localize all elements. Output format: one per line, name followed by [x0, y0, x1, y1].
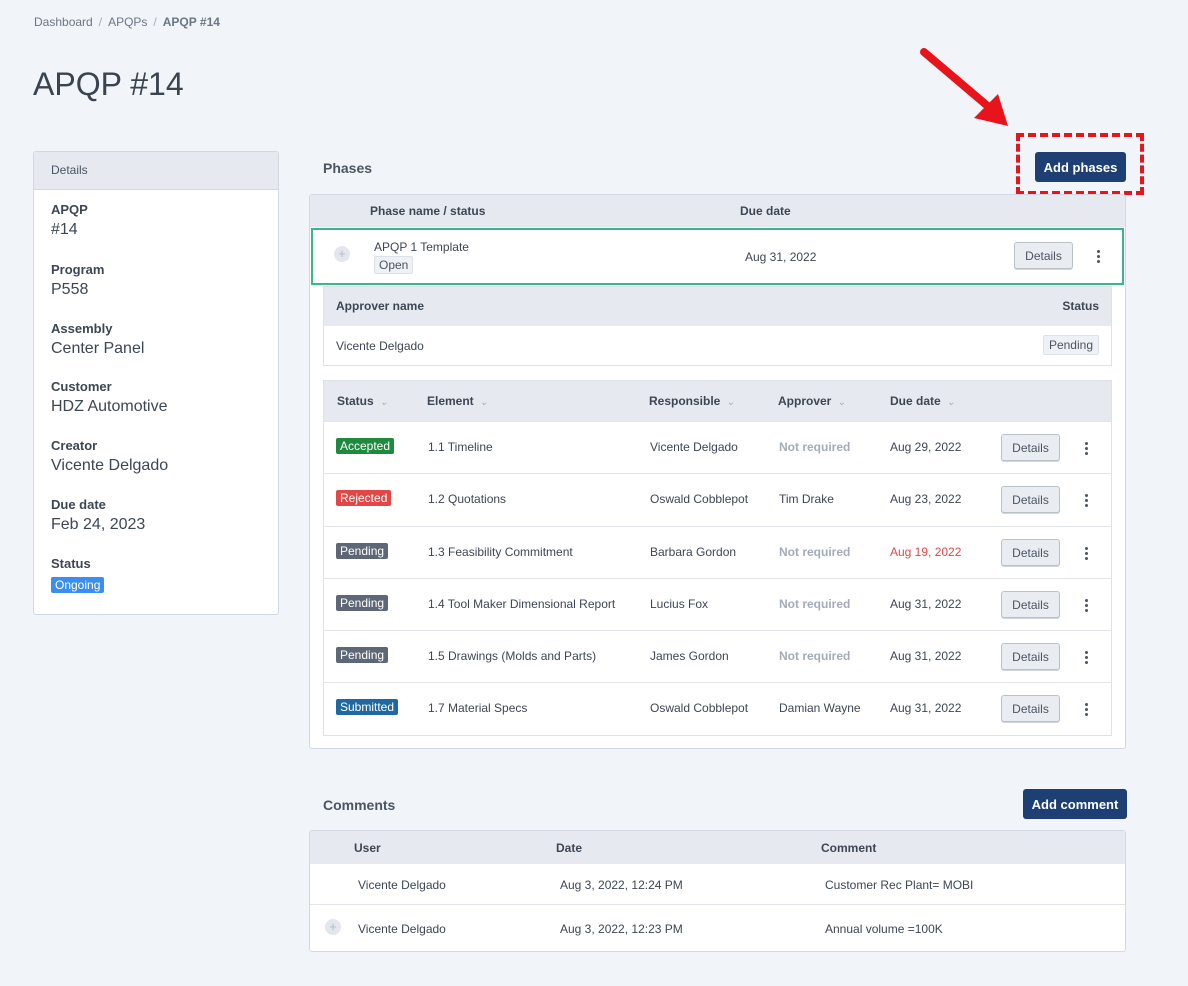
col-approver[interactable]: Approver ⌄ — [778, 394, 846, 408]
element-details-button[interactable]: Details — [1001, 591, 1060, 618]
phase-due-date: Aug 31, 2022 — [745, 250, 817, 264]
col-responsible[interactable]: Responsible ⌄ — [649, 394, 735, 408]
breadcrumb-dashboard[interactable]: Dashboard — [34, 15, 93, 29]
comments-table-header: User Date Comment — [310, 831, 1125, 864]
table-row: Pending 1.5 Drawings (Molds and Parts) J… — [324, 630, 1111, 682]
chevron-down-icon: ⌄ — [479, 397, 489, 408]
kebab-menu-icon[interactable] — [1085, 703, 1089, 718]
element-details-button[interactable]: Details — [1001, 539, 1060, 566]
detail-assembly: Assembly Center Panel — [51, 321, 145, 357]
table-row: Submitted 1.7 Material Specs Oswald Cobb… — [324, 682, 1111, 734]
status-badge: Submitted — [336, 699, 399, 715]
chevron-down-icon: ⌄ — [837, 397, 846, 408]
phase-row[interactable]: + APQP 1 Template Open Aug 31, 2022 Deta… — [311, 228, 1124, 285]
detail-apqp: APQP #14 — [51, 202, 88, 238]
table-row: Pending 1.4 Tool Maker Dimensional Repor… — [324, 578, 1111, 630]
col-approver-name: Approver name — [336, 299, 425, 313]
col-phase-name: Phase name / status — [370, 204, 486, 218]
table-row: Pending 1.3 Feasibility Commitment Barba… — [324, 526, 1111, 578]
col-status[interactable]: Status ⌄ — [337, 394, 388, 408]
kebab-menu-icon[interactable] — [1085, 651, 1089, 666]
col-due-date[interactable]: Due date ⌄ — [890, 394, 955, 408]
col-phase-due: Due date — [740, 204, 791, 218]
breadcrumb-apqps[interactable]: APQPs — [108, 15, 147, 29]
comments-panel: User Date Comment Vicente Delgado Aug 3,… — [309, 830, 1126, 952]
approver-name: Vicente Delgado — [336, 339, 424, 353]
red-arrow-annotation — [920, 48, 1008, 126]
details-card: Details APQP #14 Program P558 Assembly C… — [33, 151, 279, 615]
breadcrumb-current: APQP #14 — [162, 15, 220, 29]
add-comment-button[interactable]: Add comment — [1023, 789, 1127, 819]
phases-panel: Phase name / status Due date + APQP 1 Te… — [309, 194, 1126, 749]
col-comment: Comment — [821, 841, 877, 855]
phase-name: APQP 1 Template — [374, 240, 469, 254]
comments-title: Comments — [323, 797, 396, 813]
kebab-menu-icon[interactable] — [1085, 442, 1089, 457]
detail-creator: Creator Vicente Delgado — [51, 438, 169, 474]
phase-details-button[interactable]: Details — [1014, 242, 1073, 269]
element-details-button[interactable]: Details — [1001, 486, 1060, 513]
comment-row: + Vicente Delgado Aug 3, 2022, 12:23 PM … — [310, 906, 1125, 951]
highlight-annotation — [1016, 133, 1144, 195]
kebab-menu-icon[interactable] — [1097, 250, 1101, 265]
approver-status-badge: Pending — [1042, 335, 1099, 355]
status-badge: Rejected — [336, 490, 392, 506]
detail-due-date: Due date Feb 24, 2023 — [51, 497, 146, 533]
status-badge: Pending — [336, 647, 389, 663]
status-badge: Pending — [336, 543, 389, 559]
table-row: Accepted 1.1 Timeline Vicente Delgado No… — [324, 421, 1111, 473]
detail-customer: Customer HDZ Automotive — [51, 379, 168, 415]
col-element[interactable]: Element ⌄ — [427, 394, 488, 408]
phase-status-badge: Open — [374, 256, 414, 274]
detail-status: Status Ongoing — [34, 556, 105, 594]
col-user: User — [354, 841, 381, 855]
status-badge: Ongoing — [51, 577, 105, 593]
phases-table-header: Phase name / status Due date — [310, 195, 1125, 227]
comment-row: Vicente Delgado Aug 3, 2022, 12:24 PM Cu… — [310, 864, 1125, 905]
chevron-down-icon: ⌄ — [946, 397, 956, 408]
page-title: APQP #14 — [33, 66, 184, 102]
breadcrumb: Dashboard / APQPs / APQP #14 — [34, 15, 220, 29]
kebab-menu-icon[interactable] — [1085, 599, 1089, 614]
table-row: Rejected 1.2 Quotations Oswald Cobblepot… — [324, 473, 1111, 525]
chevron-down-icon: ⌄ — [726, 397, 735, 408]
status-badge: Accepted — [336, 438, 395, 454]
breadcrumb-separator: / — [98, 15, 103, 29]
expand-plus-icon[interactable]: + — [325, 919, 341, 935]
chevron-down-icon: ⌄ — [379, 397, 389, 408]
phases-title: Phases — [323, 160, 373, 176]
details-card-header: Details — [34, 152, 278, 190]
kebab-menu-icon[interactable] — [1085, 494, 1089, 509]
elements-table: Status ⌄ Element ⌄ Responsible ⌄ Approver ⌄ … — [323, 380, 1112, 736]
approver-table: Approver name Status Vicente Delgado Pen… — [323, 286, 1112, 366]
detail-program: Program P558 — [51, 262, 105, 298]
col-date: Date — [556, 841, 583, 855]
element-details-button[interactable]: Details — [1001, 695, 1060, 722]
breadcrumb-separator: / — [153, 15, 157, 29]
col-approver-status: Status — [1062, 299, 1099, 313]
expand-plus-icon[interactable]: + — [334, 246, 350, 262]
status-badge: Pending — [336, 595, 389, 611]
kebab-menu-icon[interactable] — [1085, 547, 1089, 562]
element-details-button[interactable]: Details — [1001, 434, 1060, 461]
element-details-button[interactable]: Details — [1001, 643, 1060, 670]
